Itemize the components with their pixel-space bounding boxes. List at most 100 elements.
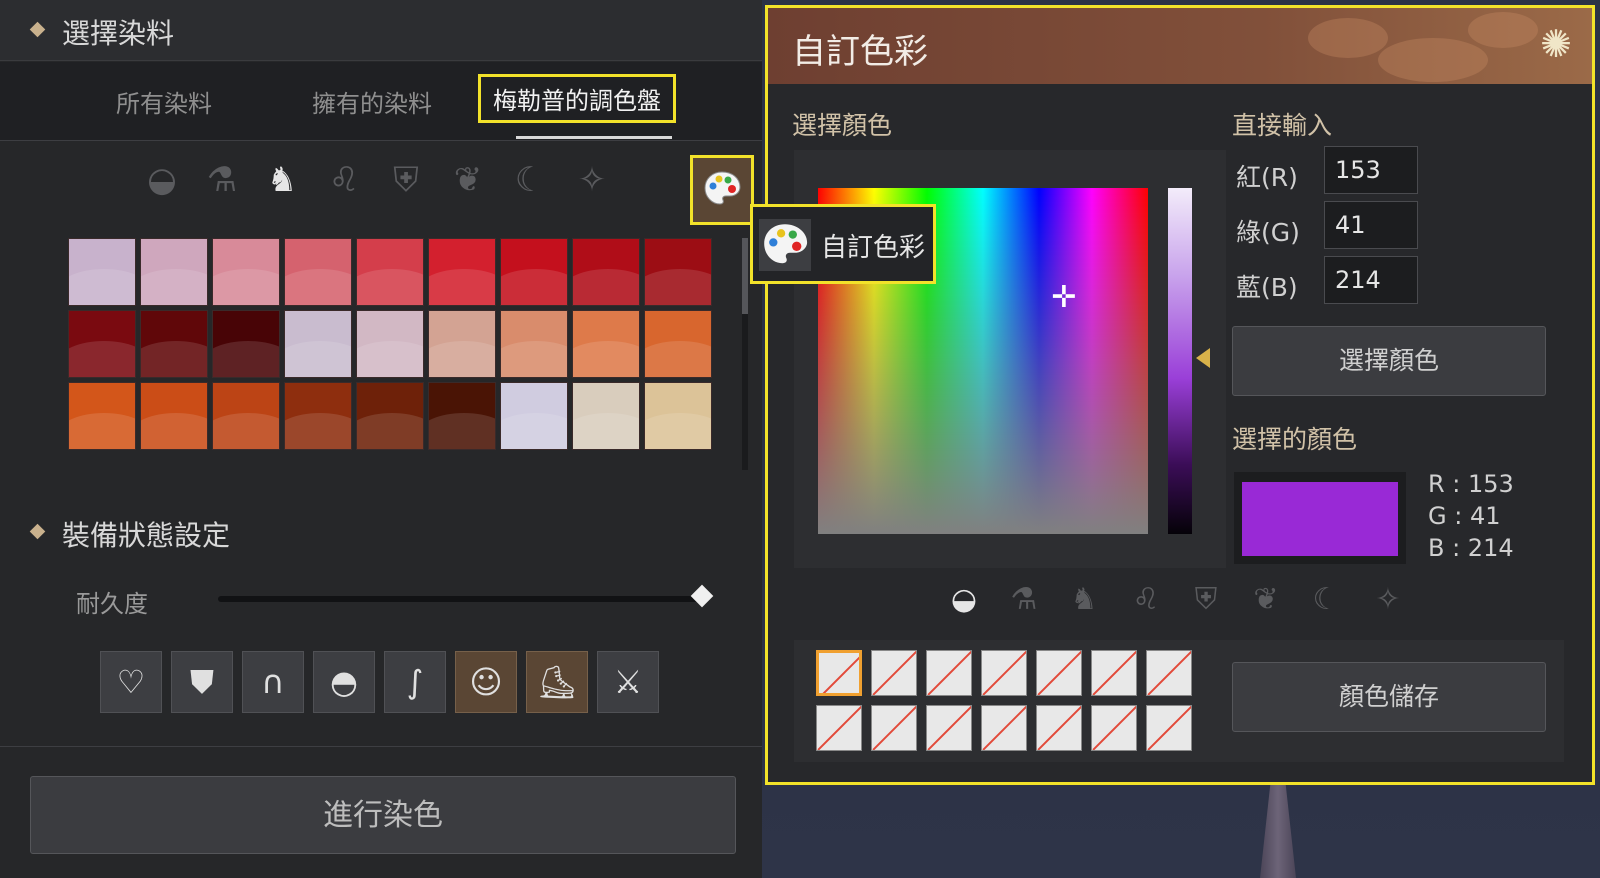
dye-swatch[interactable] — [572, 238, 640, 306]
lion-icon[interactable]: ♌ — [1126, 580, 1166, 620]
shield-icon[interactable]: ⛨ — [1186, 580, 1226, 620]
swatch-scrollbar-thumb[interactable] — [742, 238, 748, 314]
equip-section-header: 裝備狀態設定 — [0, 502, 762, 562]
save-color-button[interactable]: 顏色儲存 — [1232, 662, 1546, 732]
boots-icon[interactable]: ⛸ — [526, 651, 588, 713]
eagle-icon[interactable]: ❦ — [446, 158, 490, 202]
armor-icon[interactable]: ⛊ — [171, 651, 233, 713]
empty-color-slot[interactable] — [981, 650, 1027, 696]
brightness-marker-icon[interactable] — [1196, 348, 1210, 368]
equip-section-title: 裝備狀態設定 — [62, 519, 231, 552]
dye-swatch[interactable] — [140, 382, 208, 450]
empty-color-slot[interactable] — [871, 650, 917, 696]
durability-slider-knob[interactable] — [690, 584, 714, 608]
dye-swatch[interactable] — [284, 310, 352, 378]
durability-slider[interactable] — [218, 596, 700, 602]
empty-color-slot[interactable] — [1091, 705, 1137, 751]
moon-icon[interactable]: ☾ — [508, 158, 552, 202]
dye-section-title: 選擇染料 — [62, 17, 175, 50]
dye-swatch[interactable] — [572, 310, 640, 378]
dye-swatch[interactable] — [572, 382, 640, 450]
red-input[interactable]: 153 — [1324, 146, 1418, 194]
flask-icon[interactable]: ⚗ — [200, 158, 244, 202]
dye-swatch[interactable] — [356, 382, 424, 450]
active-tab-underline — [516, 136, 672, 139]
eagle-icon[interactable]: ❦ — [1246, 580, 1286, 620]
green-input[interactable]: 41 — [1324, 201, 1418, 249]
shield-icon[interactable]: ⛨ — [384, 158, 428, 202]
dye-swatch[interactable] — [500, 310, 568, 378]
empty-color-slot[interactable] — [926, 705, 972, 751]
horse-icon[interactable]: ♞ — [260, 158, 304, 202]
lion-icon[interactable]: ♌ — [322, 158, 366, 202]
empty-color-slot[interactable] — [871, 705, 917, 751]
empty-color-slot[interactable] — [981, 705, 1027, 751]
dye-swatch[interactable] — [500, 238, 568, 306]
apply-dye-button[interactable]: 進行染色 — [30, 776, 736, 854]
diamond-bullet-icon — [29, 523, 46, 540]
star-eye-icon[interactable]: ✧ — [570, 158, 614, 202]
palette-button[interactable] — [690, 155, 754, 225]
empty-color-slot[interactable] — [1146, 705, 1192, 751]
dye-swatch[interactable] — [68, 382, 136, 450]
blue-label: 藍(B) — [1236, 273, 1298, 302]
helmet-icon[interactable]: ◓ — [313, 651, 375, 713]
dye-swatch[interactable] — [68, 238, 136, 306]
flask-icon[interactable]: ⚗ — [1004, 580, 1044, 620]
star-eye-icon[interactable]: ✧ — [1368, 580, 1408, 620]
tab-owned-dyes[interactable]: 擁有的染料 — [312, 84, 432, 119]
tab-all-dyes[interactable]: 所有染料 — [116, 84, 212, 119]
character-icon[interactable]: ☺ — [455, 651, 517, 713]
dye-swatch[interactable] — [356, 310, 424, 378]
custom-color-tooltip[interactable]: 自訂色彩 — [750, 204, 936, 284]
tooltip-label: 自訂色彩 — [821, 233, 926, 263]
empty-color-slot[interactable] — [816, 650, 862, 696]
dye-swatch[interactable] — [140, 238, 208, 306]
dye-swatch[interactable] — [284, 382, 352, 450]
empty-color-slot[interactable] — [816, 705, 862, 751]
bucket-icon[interactable]: ◒ — [944, 580, 984, 620]
dye-swatch[interactable] — [428, 238, 496, 306]
palette-icon — [759, 219, 811, 271]
crosshair-icon[interactable]: ✛ — [1048, 282, 1080, 314]
hair-icon[interactable]: ∫ — [384, 651, 446, 713]
dye-swatch[interactable] — [68, 310, 136, 378]
diamond-bullet-icon — [29, 21, 46, 38]
blue-input[interactable]: 214 — [1324, 256, 1418, 304]
dye-swatch[interactable] — [284, 238, 352, 306]
brightness-bar[interactable] — [1168, 188, 1192, 534]
weapon-icon[interactable]: ⚔ — [597, 651, 659, 713]
flower-icon[interactable]: ✺ — [1534, 22, 1578, 66]
selected-color-swatch — [1242, 482, 1398, 556]
dye-swatch[interactable] — [140, 310, 208, 378]
dye-section-header: 選擇染料 — [0, 0, 762, 61]
hood-icon[interactable]: ∩ — [242, 651, 304, 713]
dye-swatch[interactable] — [644, 238, 712, 306]
dye-panel: 選擇染料 所有染料 擁有的染料 梅勒普的調色盤 ◒ ⚗ ♞ ♌ ⛨ ❦ ☾ ✧ … — [0, 0, 762, 878]
dye-swatch[interactable] — [500, 382, 568, 450]
tab-merupu-palette[interactable]: 梅勒普的調色盤 — [478, 74, 676, 123]
durability-label: 耐久度 — [76, 590, 148, 618]
dye-swatch[interactable] — [212, 382, 280, 450]
horse-icon[interactable]: ♞ — [1064, 580, 1104, 620]
dye-swatch[interactable] — [428, 382, 496, 450]
panel-header: 自訂色彩 ✺ — [768, 8, 1592, 84]
moon-icon[interactable]: ☾ — [1306, 580, 1346, 620]
dye-swatch[interactable] — [356, 238, 424, 306]
dye-swatch[interactable] — [212, 310, 280, 378]
pick-color-button[interactable]: 選擇顏色 — [1232, 326, 1546, 396]
bucket-icon[interactable]: ◒ — [140, 158, 184, 202]
dye-swatch[interactable] — [644, 382, 712, 450]
empty-color-slot[interactable] — [1036, 705, 1082, 751]
bra-icon[interactable]: ♡ — [100, 651, 162, 713]
empty-color-slot[interactable] — [1091, 650, 1137, 696]
dye-swatch[interactable] — [644, 310, 712, 378]
empty-color-slot[interactable] — [1036, 650, 1082, 696]
dye-swatch[interactable] — [428, 310, 496, 378]
divider — [0, 746, 762, 747]
dye-swatch[interactable] — [212, 238, 280, 306]
empty-color-slot[interactable] — [1146, 650, 1192, 696]
empty-color-slot[interactable] — [926, 650, 972, 696]
custom-color-panel: 自訂色彩 ✺ 選擇顏色 ✛ 直接輸入 紅(R) 153 綠(G) 41 藍(B)… — [750, 5, 1595, 785]
dye-tabs: 所有染料 擁有的染料 梅勒普的調色盤 — [0, 62, 762, 141]
